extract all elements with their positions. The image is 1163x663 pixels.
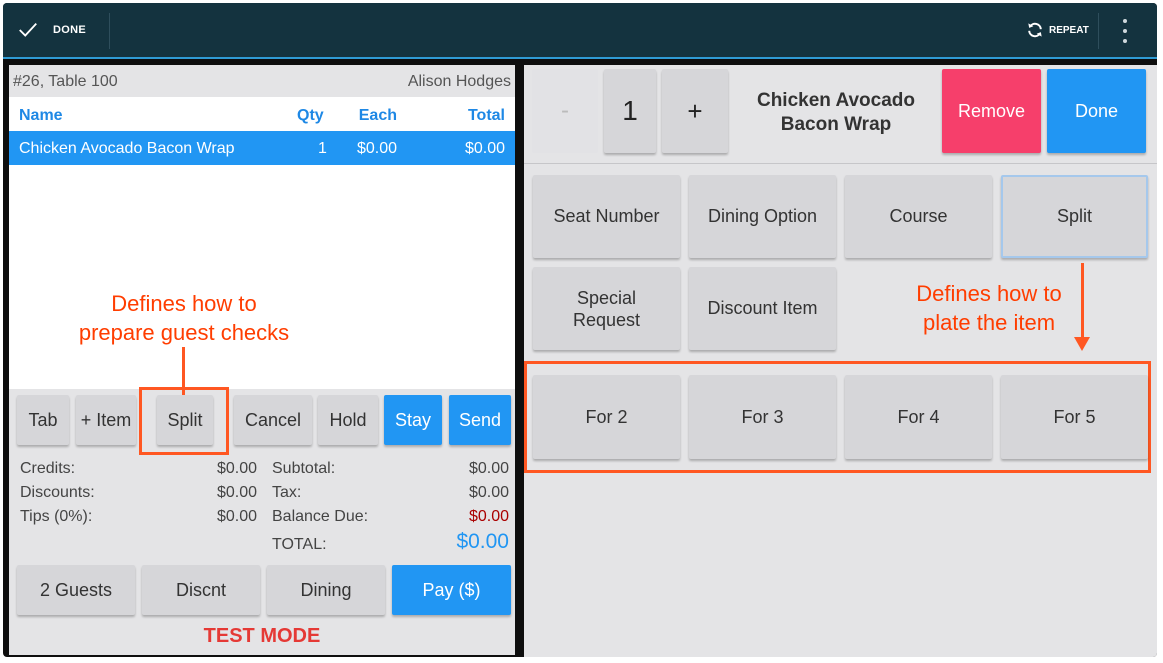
discounts-value: $0.00: [216, 484, 257, 501]
guests-button[interactable]: 2 Guests: [17, 565, 135, 615]
split-highlight-box: [139, 387, 229, 455]
done-label: DONE: [53, 24, 86, 36]
discounts-label: Discounts:: [20, 484, 95, 501]
tax-label: Tax:: [272, 484, 302, 501]
annotation-arrowhead: [1074, 337, 1090, 351]
item-each: $0.00: [356, 140, 397, 157]
hold-button[interactable]: Hold: [318, 395, 378, 445]
done-action[interactable]: DONE: [17, 17, 86, 43]
seat-number-button[interactable]: Seat Number: [533, 175, 680, 258]
done-button[interactable]: Done: [1047, 69, 1146, 153]
discount-button[interactable]: Discnt: [142, 565, 260, 615]
decrease-qty-button[interactable]: -: [532, 69, 598, 153]
stay-button[interactable]: Stay: [384, 395, 442, 445]
item-qty: 1: [318, 140, 327, 157]
dining-option-button[interactable]: Dining Option: [689, 175, 836, 258]
repeat-label: REPEAT: [1049, 24, 1089, 36]
total-value: $0.00: [456, 530, 509, 553]
top-bar: DONE REPEAT: [3, 3, 1157, 59]
check-header: #26, Table 100 Alison Hodges: [9, 65, 515, 95]
server-name: Alison Hodges: [407, 73, 511, 90]
tab-button[interactable]: Tab: [17, 395, 69, 445]
cancel-button[interactable]: Cancel: [234, 395, 312, 445]
split-for-5-button[interactable]: For 5: [1001, 375, 1148, 459]
add-item-button[interactable]: + Item: [76, 395, 136, 445]
subtotal-label: Subtotal:: [272, 460, 336, 477]
order-row-selected[interactable]: Chicken Avocado Bacon Wrap 1 $0.00 $0.00: [9, 131, 515, 165]
check-icon: [19, 22, 37, 37]
totals-left: Credits: $0.00 Discounts: $0.00 Tips (0%…: [20, 460, 257, 535]
subtotal-value: $0.00: [468, 460, 509, 477]
annotation-line: Defines how to: [111, 291, 257, 316]
order-list: Name Qty Each Total Chicken Avocado Baco…: [9, 97, 515, 413]
column-qty: Qty: [297, 107, 324, 124]
test-mode-label: TEST MODE: [203, 625, 321, 647]
toolbar-divider: [1098, 13, 1099, 49]
repeat-icon: [1028, 22, 1042, 38]
column-each: Each: [358, 107, 397, 124]
column-name: Name: [19, 107, 63, 124]
order-list-header: Name Qty Each Total: [9, 97, 515, 129]
credits-value: $0.00: [216, 460, 257, 477]
item-title-line: Bacon Wrap: [780, 114, 892, 135]
check-panel: #26, Table 100 Alison Hodges Name Qty Ea…: [9, 65, 515, 655]
annotation-guest-checks: Defines how to prepare guest checks: [59, 289, 309, 347]
split-for-4-button[interactable]: For 4: [845, 375, 992, 459]
increase-qty-button[interactable]: +: [662, 69, 728, 153]
total-label: TOTAL:: [272, 536, 327, 553]
toolbar-divider: [109, 13, 110, 49]
discount-item-button[interactable]: Discount Item: [689, 267, 836, 350]
special-request-button[interactable]: Special Request: [533, 267, 680, 350]
tax-value: $0.00: [468, 484, 509, 501]
remove-button[interactable]: Remove: [942, 69, 1041, 153]
tips-value: $0.00: [216, 508, 257, 525]
annotation-plate-item: Defines how to plate the item: [884, 279, 1094, 337]
annotation-line: Defines how to: [916, 281, 1062, 306]
pay-button[interactable]: Pay ($): [392, 565, 511, 615]
dining-button[interactable]: Dining: [267, 565, 385, 615]
split-for-2-button[interactable]: For 2: [533, 375, 680, 459]
split-option-button[interactable]: Split: [1001, 175, 1148, 258]
item-panel: - 1 + Chicken Avocado Bacon Wrap Remove …: [524, 65, 1157, 657]
annotation-arrow: [1081, 263, 1084, 339]
panel-divider: [524, 163, 1157, 164]
quantity-display: 1: [604, 69, 656, 153]
balance-value: $0.00: [468, 508, 509, 525]
annotation-line: plate the item: [922, 310, 1056, 335]
more-vert-icon[interactable]: [1119, 19, 1131, 43]
send-button[interactable]: Send: [449, 395, 511, 445]
item-title: Chicken Avocado Bacon Wrap: [736, 89, 936, 137]
item-total: $0.00: [464, 140, 505, 157]
item-name: Chicken Avocado Bacon Wrap: [19, 140, 235, 157]
credits-label: Credits:: [20, 460, 76, 477]
top-bar-accent: [3, 57, 1157, 59]
repeat-action[interactable]: REPEAT: [1025, 18, 1089, 42]
column-total: Total: [467, 107, 505, 124]
app-window: DONE REPEAT #26, Table 100 Alison Hodges…: [3, 3, 1157, 657]
totals-right: Subtotal: $0.00 Tax: $0.00 Balance Due: …: [272, 460, 509, 560]
check-number-table: #26, Table 100: [13, 73, 118, 90]
course-button[interactable]: Course: [845, 175, 992, 258]
tips-label: Tips (0%):: [20, 508, 93, 525]
annotation-line: prepare guest checks: [78, 320, 290, 345]
item-title-line: Chicken Avocado: [756, 90, 916, 111]
split-for-3-button[interactable]: For 3: [689, 375, 836, 459]
balance-label: Balance Due:: [272, 508, 369, 525]
